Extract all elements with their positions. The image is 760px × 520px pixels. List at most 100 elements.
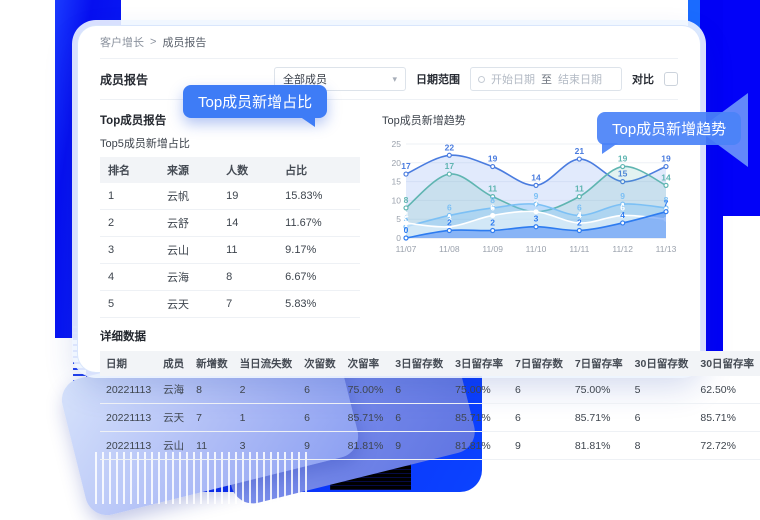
svg-text:5: 5: [396, 214, 401, 224]
table-cell: 6: [509, 404, 569, 432]
svg-text:2: 2: [447, 217, 452, 227]
table-cell: 云帆: [159, 183, 218, 210]
chevron-down-icon: ▾: [392, 74, 397, 85]
table-cell: 6: [629, 404, 695, 432]
callout-top-trend: Top成员新增趋势: [597, 112, 741, 145]
svg-text:11: 11: [575, 184, 584, 194]
date-range-input[interactable]: 开始日期 至 结束日期: [470, 67, 622, 91]
table-cell: 9.17%: [277, 237, 360, 264]
column-header: 新增数: [190, 351, 234, 376]
table-cell: 11: [190, 432, 234, 460]
table-cell: 2: [100, 210, 159, 237]
svg-text:11: 11: [488, 184, 497, 194]
page-title: 成员报告: [100, 71, 148, 88]
top5-table-title: Top5成员新增占比: [100, 135, 360, 151]
table-cell: 3: [234, 432, 299, 460]
table-cell: 85.71%: [449, 404, 509, 432]
table-cell: 8: [629, 432, 695, 460]
svg-text:17: 17: [445, 161, 455, 171]
detail-section-title: 详细数据: [100, 328, 678, 344]
table-cell: 62.50%: [694, 376, 760, 404]
svg-text:6: 6: [447, 202, 452, 212]
table-row: 1云帆1915.83%: [100, 183, 360, 210]
detail-table: 日期成员新增数当日流失数次留数次留率3日留存数3日留存率7日留存数7日留存率30…: [100, 351, 760, 460]
compare-checkbox[interactable]: [664, 72, 678, 86]
table-cell: 3: [100, 237, 159, 264]
table-cell: 云山: [159, 237, 218, 264]
column-header: 日期: [100, 351, 157, 376]
date-to-label: 至: [541, 71, 552, 87]
table-cell: 云天: [159, 291, 218, 318]
table-row: 20221113云山113981.81%981.81%981.81%872.72…: [100, 432, 760, 460]
table-cell: 5: [629, 376, 695, 404]
table-cell: 75.00%: [569, 376, 629, 404]
breadcrumb-separator: >: [150, 36, 156, 48]
table-row: 4云海86.67%: [100, 264, 360, 291]
svg-text:10: 10: [392, 195, 402, 205]
table-cell: 20221113: [100, 432, 157, 460]
svg-text:4: 4: [620, 210, 625, 220]
svg-text:7: 7: [664, 199, 669, 209]
table-cell: 72.72%: [694, 432, 760, 460]
table-row: 20221113云海82675.00%675.00%675.00%562.50%: [100, 376, 760, 404]
table-cell: 云山: [157, 432, 190, 460]
svg-text:7: 7: [534, 199, 539, 209]
table-cell: 1: [100, 183, 159, 210]
table-cell: 15.83%: [277, 183, 360, 210]
table-cell: 6: [298, 376, 342, 404]
table-cell: 85.71%: [569, 404, 629, 432]
svg-text:11/12: 11/12: [612, 244, 633, 254]
svg-text:17: 17: [401, 161, 411, 171]
svg-text:0: 0: [396, 233, 401, 243]
svg-text:19: 19: [661, 154, 671, 164]
breadcrumb-item-growth[interactable]: 客户增长: [100, 34, 144, 50]
column-header: 排名: [100, 157, 159, 183]
table-cell: 5: [100, 291, 159, 318]
svg-text:15: 15: [392, 177, 402, 187]
table-cell: 8: [190, 376, 234, 404]
table-cell: 19: [218, 183, 277, 210]
table-cell: 7: [218, 291, 277, 318]
report-card: 客户增长 > 成员报告 成员报告 全部成员 ▾ 日期范围 开始日期 至 结束日期…: [78, 26, 700, 372]
column-header: 次留率: [342, 351, 390, 376]
svg-text:21: 21: [575, 146, 585, 156]
table-cell: 4: [100, 264, 159, 291]
table-cell: 11.67%: [277, 210, 360, 237]
report-content: Top成员报告 Top5成员新增占比 排名来源人数占比1云帆1915.83%2云…: [100, 100, 678, 460]
date-end-placeholder: 结束日期: [558, 71, 602, 87]
svg-text:22: 22: [445, 142, 455, 152]
svg-text:8: 8: [404, 195, 409, 205]
column-header: 3日留存数: [389, 351, 449, 376]
svg-text:4: 4: [404, 210, 409, 220]
table-cell: 20221113: [100, 404, 157, 432]
callout-top-share-label: Top成员新增占比: [198, 94, 312, 111]
column-header: 来源: [159, 157, 218, 183]
breadcrumb: 客户增长 > 成员报告: [100, 26, 678, 59]
svg-text:11/10: 11/10: [526, 244, 547, 254]
svg-text:3: 3: [534, 214, 539, 224]
table-cell: 9: [509, 432, 569, 460]
table-cell: 1: [234, 404, 299, 432]
svg-text:11/09: 11/09: [482, 244, 503, 254]
table-cell: 81.81%: [342, 432, 390, 460]
table-cell: 81.81%: [569, 432, 629, 460]
table-cell: 云海: [157, 376, 190, 404]
date-range-label: 日期范围: [416, 71, 460, 87]
svg-text:11/07: 11/07: [396, 244, 417, 254]
table-cell: 8: [218, 264, 277, 291]
top5-table: 排名来源人数占比1云帆1915.83%2云舒1411.67%3云山119.17%…: [100, 157, 360, 318]
callout-tail-icon: [299, 116, 315, 127]
table-cell: 20221113: [100, 376, 157, 404]
column-header: 人数: [218, 157, 277, 183]
svg-text:14: 14: [661, 172, 671, 182]
table-cell: 7: [190, 404, 234, 432]
table-cell: 6: [389, 376, 449, 404]
svg-text:11/11: 11/11: [569, 244, 589, 254]
table-cell: 85.71%: [694, 404, 760, 432]
table-cell: 6.67%: [277, 264, 360, 291]
table-cell: 81.81%: [449, 432, 509, 460]
column-header: 当日流失数: [234, 351, 299, 376]
table-cell: 云海: [159, 264, 218, 291]
column-header: 30日留存数: [629, 351, 695, 376]
table-cell: 6: [509, 376, 569, 404]
